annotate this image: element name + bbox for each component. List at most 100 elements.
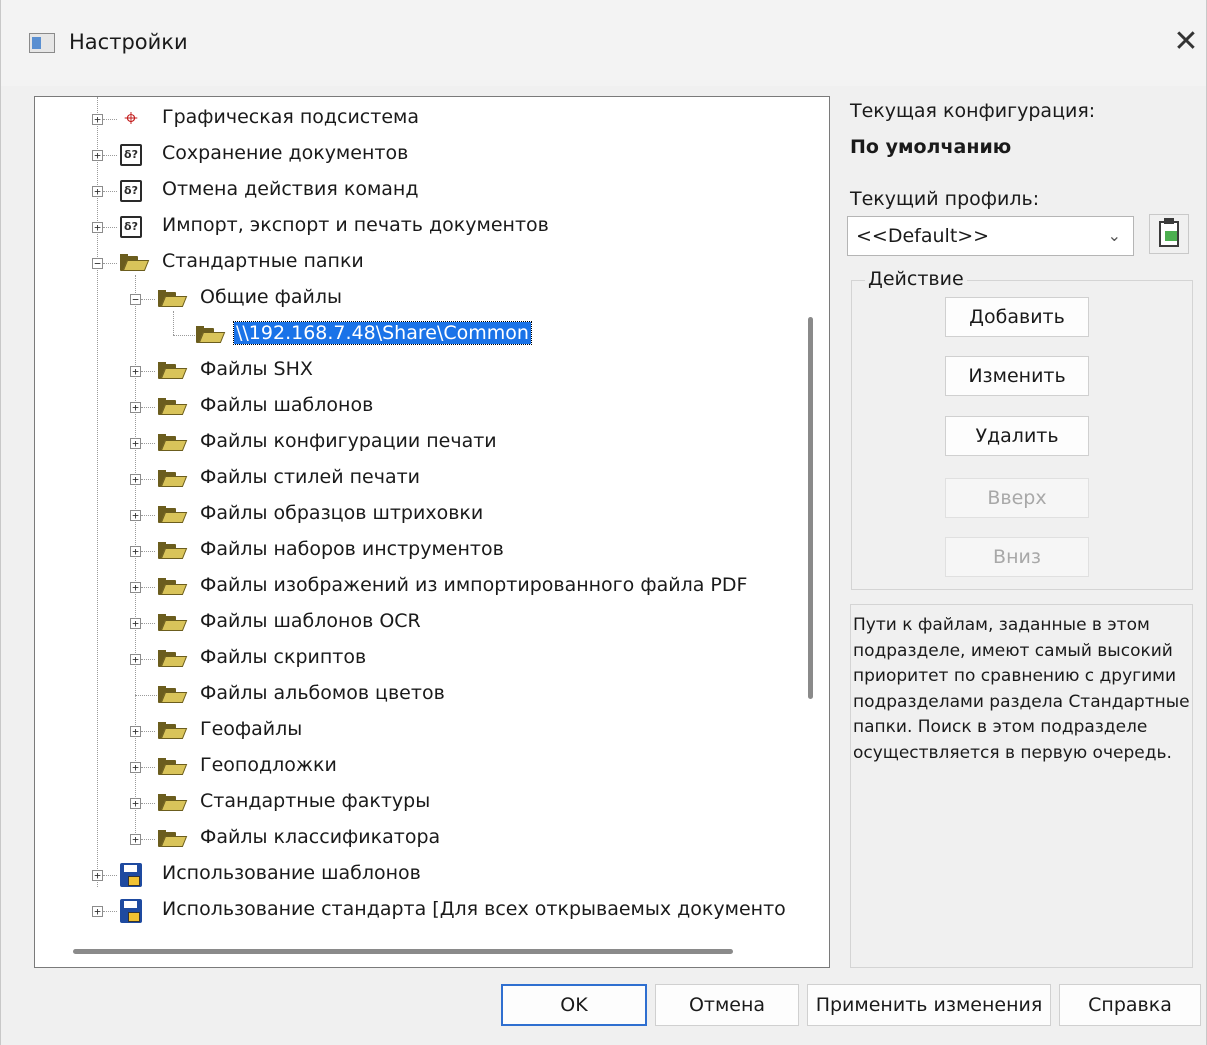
move-down-button[interactable]: Вниз bbox=[945, 537, 1089, 577]
expand-icon[interactable]: + bbox=[92, 114, 103, 125]
tree-connector bbox=[141, 587, 155, 588]
description-box: Пути к файлам, заданные в этом подраздел… bbox=[850, 604, 1193, 968]
folder-open-icon bbox=[158, 434, 188, 452]
tree-item-saving[interactable]: Сохранение документов bbox=[162, 142, 408, 164]
tree-item-common-files[interactable]: Общие файлы bbox=[200, 286, 342, 308]
folder-open-icon bbox=[196, 326, 226, 344]
tree-connector bbox=[135, 695, 157, 696]
tree-item-selected-path[interactable]: \\192.168.7.48\Share\Common bbox=[233, 321, 532, 345]
tree-item-standard-usage[interactable]: Использование стандарта [Для всех открыв… bbox=[162, 898, 792, 920]
tree-item-print-config[interactable]: Файлы конфигурации печати bbox=[200, 430, 497, 452]
current-config-value: По умолчанию bbox=[850, 136, 1012, 158]
tree-connector bbox=[141, 767, 155, 768]
expand-icon[interactable]: + bbox=[130, 654, 141, 665]
folder-open-icon bbox=[120, 254, 150, 272]
tree-connector bbox=[141, 839, 155, 840]
folder-open-icon bbox=[158, 794, 188, 812]
tree-connector bbox=[103, 263, 117, 264]
expand-icon[interactable]: + bbox=[92, 906, 103, 917]
expand-icon[interactable]: + bbox=[130, 618, 141, 629]
folder-open-icon bbox=[158, 542, 188, 560]
expand-icon[interactable]: + bbox=[130, 510, 141, 521]
add-button[interactable]: Добавить bbox=[945, 297, 1089, 337]
tree-connector bbox=[141, 551, 155, 552]
graphics-cursor-icon: ⌖ bbox=[124, 104, 138, 132]
profile-select[interactable]: <<Default>> ⌄ bbox=[847, 216, 1134, 256]
delete-button[interactable]: Удалить bbox=[945, 416, 1089, 456]
folder-open-icon bbox=[158, 290, 188, 308]
close-button[interactable]: ✕ bbox=[1169, 26, 1203, 60]
tree-item-templates[interactable]: Файлы шаблонов bbox=[200, 394, 373, 416]
expand-icon[interactable]: + bbox=[130, 402, 141, 413]
tree-connector bbox=[141, 371, 155, 372]
tree-item-template-usage[interactable]: Использование шаблонов bbox=[162, 862, 421, 884]
folder-open-icon bbox=[158, 686, 188, 704]
tree-item-textures[interactable]: Стандартные фактуры bbox=[200, 790, 430, 812]
folder-open-icon bbox=[158, 362, 188, 380]
edit-button[interactable]: Изменить bbox=[945, 356, 1089, 396]
vertical-scrollbar[interactable] bbox=[808, 317, 813, 699]
move-up-button[interactable]: Вверх bbox=[945, 478, 1089, 518]
tree-item-standard-folders[interactable]: Стандартные папки bbox=[162, 250, 364, 272]
horizontal-scrollbar[interactable] bbox=[73, 949, 733, 954]
template-disk-icon bbox=[120, 899, 142, 923]
collapse-icon[interactable]: − bbox=[92, 258, 103, 269]
expand-icon[interactable]: + bbox=[130, 582, 141, 593]
folder-open-icon bbox=[158, 578, 188, 596]
tree-connector bbox=[97, 97, 98, 887]
help-button[interactable]: Справка bbox=[1059, 984, 1201, 1026]
folder-open-icon bbox=[158, 470, 188, 488]
tree-connector bbox=[141, 803, 155, 804]
expand-icon[interactable]: + bbox=[92, 870, 103, 881]
window-icon bbox=[29, 33, 55, 53]
tree-connector bbox=[173, 335, 195, 336]
tree-item-toolsets[interactable]: Файлы наборов инструментов bbox=[200, 538, 504, 560]
folder-open-icon bbox=[158, 830, 188, 848]
expand-icon[interactable]: + bbox=[130, 726, 141, 737]
tree-item-undo[interactable]: Отмена действия команд bbox=[162, 178, 419, 200]
expand-icon[interactable]: + bbox=[130, 762, 141, 773]
tree-item-print-styles[interactable]: Файлы стилей печати bbox=[200, 466, 420, 488]
expand-icon[interactable]: + bbox=[92, 150, 103, 161]
config-icon: δ? bbox=[120, 144, 142, 166]
tree-item-graphics[interactable]: Графическая подсистема bbox=[162, 106, 419, 128]
tree-item-hatch[interactable]: Файлы образцов штриховки bbox=[200, 502, 483, 524]
expand-icon[interactable]: + bbox=[130, 366, 141, 377]
tree-item-scripts[interactable]: Файлы скриптов bbox=[200, 646, 366, 668]
expand-icon[interactable]: + bbox=[130, 438, 141, 449]
expand-icon[interactable]: + bbox=[92, 186, 103, 197]
tree-connector bbox=[103, 155, 117, 156]
tree-connector bbox=[173, 311, 174, 335]
folder-open-icon bbox=[158, 758, 188, 776]
tree-connector bbox=[135, 275, 136, 843]
action-group-label: Действие bbox=[865, 268, 967, 290]
current-profile-caption: Текущий профиль: bbox=[850, 188, 1040, 210]
description-text: Пути к файлам, заданные в этом подраздел… bbox=[853, 615, 1190, 763]
expand-icon[interactable]: + bbox=[92, 222, 103, 233]
expand-icon[interactable]: + bbox=[130, 546, 141, 557]
tree-connector bbox=[141, 479, 155, 480]
cancel-button[interactable]: Отмена bbox=[655, 984, 799, 1026]
tree-item-pdf-images[interactable]: Файлы изображений из импортированного фа… bbox=[200, 574, 747, 596]
tree-item-import-export[interactable]: Импорт, экспорт и печать документов bbox=[162, 214, 549, 236]
tree-item-classifier[interactable]: Файлы классификатора bbox=[200, 826, 440, 848]
tree-item-color-books[interactable]: Файлы альбомов цветов bbox=[200, 682, 445, 704]
config-icon: δ? bbox=[120, 180, 142, 202]
expand-icon[interactable]: + bbox=[130, 834, 141, 845]
apply-button[interactable]: Применить изменения bbox=[807, 984, 1051, 1026]
tree-connector bbox=[141, 731, 155, 732]
tree-item-geofiles[interactable]: Геофайлы bbox=[200, 718, 302, 740]
settings-tree[interactable]: + ⌖ Графическая подсистема + δ? Сохранен… bbox=[34, 96, 830, 968]
tree-item-geobasemaps[interactable]: Геоподложки bbox=[200, 754, 337, 776]
expand-icon[interactable]: + bbox=[130, 798, 141, 809]
template-disk-icon bbox=[120, 863, 142, 887]
chevron-down-icon: ⌄ bbox=[1107, 226, 1121, 245]
profile-settings-button[interactable] bbox=[1149, 214, 1189, 254]
tree-item-shx[interactable]: Файлы SHX bbox=[200, 358, 313, 380]
clipboard-icon bbox=[1159, 218, 1179, 247]
collapse-icon[interactable]: − bbox=[130, 294, 141, 305]
expand-icon[interactable]: + bbox=[130, 474, 141, 485]
tree-connector bbox=[141, 443, 155, 444]
ok-button[interactable]: OK bbox=[501, 984, 647, 1026]
tree-item-ocr[interactable]: Файлы шаблонов OCR bbox=[200, 610, 421, 632]
